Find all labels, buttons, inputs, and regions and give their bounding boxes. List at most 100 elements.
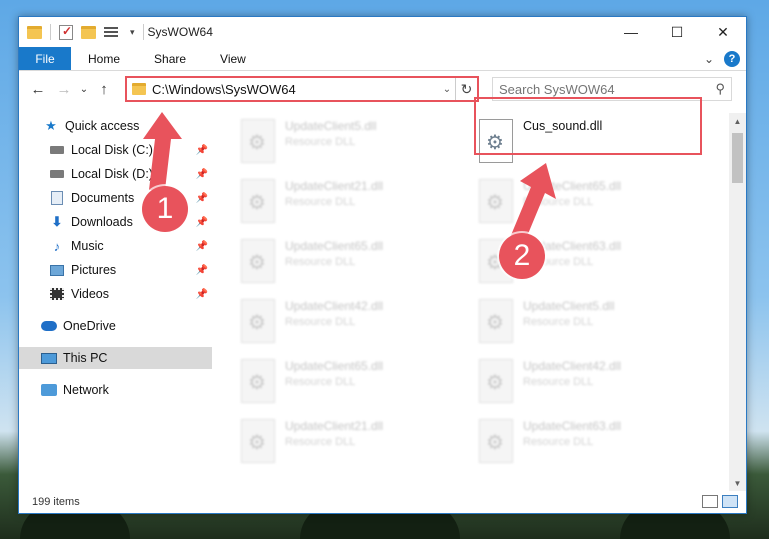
file-item[interactable]: UpdateClient42.dll Resource DLL (479, 355, 699, 405)
scroll-thumb[interactable] (732, 133, 743, 183)
step-badge-2: 2 (499, 233, 545, 279)
sidebar-item-local-disk-d[interactable]: Local Disk (D:) 📌 (19, 163, 212, 185)
tab-share[interactable]: Share (137, 47, 203, 70)
sidebar-item-pictures[interactable]: Pictures 📌 (19, 259, 212, 281)
dll-file-icon (241, 419, 275, 463)
quick-access-toolbar: ▾ (19, 17, 144, 47)
file-name: UpdateClient21.dll (285, 179, 384, 193)
sidebar-item-local-disk-c[interactable]: Local Disk (C:) 📌 (19, 139, 212, 161)
search-icon[interactable]: ⚲ (715, 81, 725, 97)
onedrive-icon (41, 319, 57, 333)
sidebar-item-label: Pictures (71, 263, 117, 277)
dll-file-icon (241, 299, 275, 343)
back-button[interactable]: ← (25, 77, 51, 101)
explorer-window: ▾ SysWOW64 — ☐ ✕ File Home Share View ⌄ … (18, 16, 747, 514)
tab-home[interactable]: Home (71, 47, 137, 70)
file-item[interactable]: UpdateClient65.dll Resource DLL (479, 175, 699, 225)
tab-view[interactable]: View (203, 47, 263, 70)
address-bar[interactable]: C:\Windows\SysWOW64 ⌄ ↻ (125, 76, 479, 102)
pin-icon[interactable]: 📌 (196, 289, 208, 300)
item-count: 199 items (32, 496, 80, 508)
folder-icon (132, 83, 146, 95)
vertical-scrollbar[interactable]: ▲ ▼ (729, 113, 746, 491)
sidebar-item-music[interactable]: ♪ Music 📌 (19, 235, 212, 257)
sidebar-item-label: Music (71, 239, 104, 253)
file-item[interactable]: UpdateClient65.dll Resource DLL (241, 355, 461, 405)
file-type: Resource DLL (285, 136, 356, 148)
window-title: SysWOW64 (147, 25, 213, 39)
file-item[interactable]: UpdateClient63.dll Resource DLL (479, 415, 699, 465)
sidebar-item-onedrive[interactable]: OneDrive (19, 315, 212, 337)
file-name: UpdateClient65.dll (523, 179, 622, 193)
minimize-button[interactable]: — (608, 17, 654, 47)
maximize-button[interactable]: ☐ (654, 17, 700, 47)
status-bar: 199 items (19, 491, 746, 513)
file-type: Resource DLL (523, 376, 594, 388)
help-icon[interactable]: ? (724, 51, 740, 67)
sidebar-item-label: Quick access (65, 119, 140, 133)
new-folder-icon[interactable] (81, 25, 96, 39)
file-list: UpdateClient5.dll Resource DLL UpdateClie… (231, 113, 729, 489)
scroll-down-icon[interactable]: ▼ (729, 475, 746, 491)
downloads-icon: ⬇ (51, 214, 63, 229)
window-controls: — ☐ ✕ (608, 17, 746, 47)
sidebar-item-this-pc[interactable]: This PC (19, 347, 212, 369)
sidebar-item-label: This PC (63, 351, 108, 365)
scroll-up-icon[interactable]: ▲ (729, 113, 746, 129)
sidebar-item-label: Network (63, 383, 109, 397)
dll-file-icon (479, 179, 513, 223)
divider (142, 24, 144, 40)
dll-file-icon (479, 419, 513, 463)
pin-icon[interactable]: 📌 (196, 241, 208, 252)
sidebar-item-videos[interactable]: Videos 📌 (19, 283, 212, 305)
file-name: UpdateClient42.dll (285, 299, 384, 313)
disk-icon (49, 143, 65, 157)
properties-check-icon[interactable] (59, 24, 73, 40)
divider (50, 24, 51, 40)
file-type: Resource DLL (285, 316, 356, 328)
pin-icon[interactable]: 📌 (196, 193, 208, 204)
pin-icon[interactable]: 📌 (196, 217, 208, 228)
file-name: UpdateClient65.dll (285, 359, 384, 373)
customize-list-icon[interactable] (104, 25, 122, 39)
up-button[interactable]: ↑ (91, 77, 117, 101)
recent-locations-button[interactable]: ⌄ (77, 77, 91, 101)
pin-icon[interactable]: 📌 (196, 265, 208, 276)
sidebar-item-network[interactable]: Network (19, 379, 212, 401)
search-input[interactable] (499, 81, 716, 97)
navigation-pane: ★ Quick access Local Disk (C:) 📌 Local D… (19, 115, 212, 485)
expand-ribbon-icon[interactable]: ⌄ (704, 52, 714, 66)
file-name: UpdateClient65.dll (285, 239, 384, 253)
file-name: UpdateClient5.dll (285, 119, 377, 133)
ribbon-tabs: File Home Share View ⌄ ? (19, 47, 746, 71)
videos-icon (49, 287, 65, 301)
file-item[interactable]: UpdateClient65.dll Resource DLL (241, 235, 461, 285)
address-path[interactable]: C:\Windows\SysWOW64 (152, 82, 439, 97)
dll-file-icon (241, 179, 275, 223)
pin-icon[interactable]: 📌 (196, 145, 208, 156)
large-icons-view-icon[interactable] (722, 495, 738, 508)
sidebar-item-label: Downloads (71, 215, 133, 229)
tab-file[interactable]: File (19, 47, 71, 70)
folder-icon (27, 25, 42, 39)
file-item[interactable]: UpdateClient21.dll Resource DLL (241, 175, 461, 225)
dll-file-icon (241, 359, 275, 403)
close-button[interactable]: ✕ (700, 17, 746, 47)
sidebar-item-label: Documents (71, 191, 135, 205)
highlight-box-file (474, 97, 702, 155)
sidebar-item-quick-access[interactable]: ★ Quick access (19, 115, 212, 137)
file-item[interactable]: UpdateClient42.dll Resource DLL (241, 295, 461, 345)
view-toggle (702, 495, 738, 508)
dll-file-icon (241, 119, 275, 163)
address-dropdown-icon[interactable]: ⌄ (439, 84, 455, 95)
qat-dropdown-icon[interactable]: ▾ (130, 27, 135, 38)
title-bar: ▾ SysWOW64 — ☐ ✕ (19, 17, 746, 47)
file-item[interactable]: UpdateClient5.dll Resource DLL (241, 115, 461, 165)
sidebar-item-label: Local Disk (D:) (71, 167, 153, 181)
file-item[interactable]: UpdateClient5.dll Resource DLL (479, 295, 699, 345)
pin-icon[interactable]: 📌 (196, 169, 208, 180)
details-view-icon[interactable] (702, 495, 718, 508)
file-item[interactable]: UpdateClient21.dll Resource DLL (241, 415, 461, 465)
file-type: Resource DLL (285, 256, 356, 268)
forward-button[interactable]: → (51, 77, 77, 101)
